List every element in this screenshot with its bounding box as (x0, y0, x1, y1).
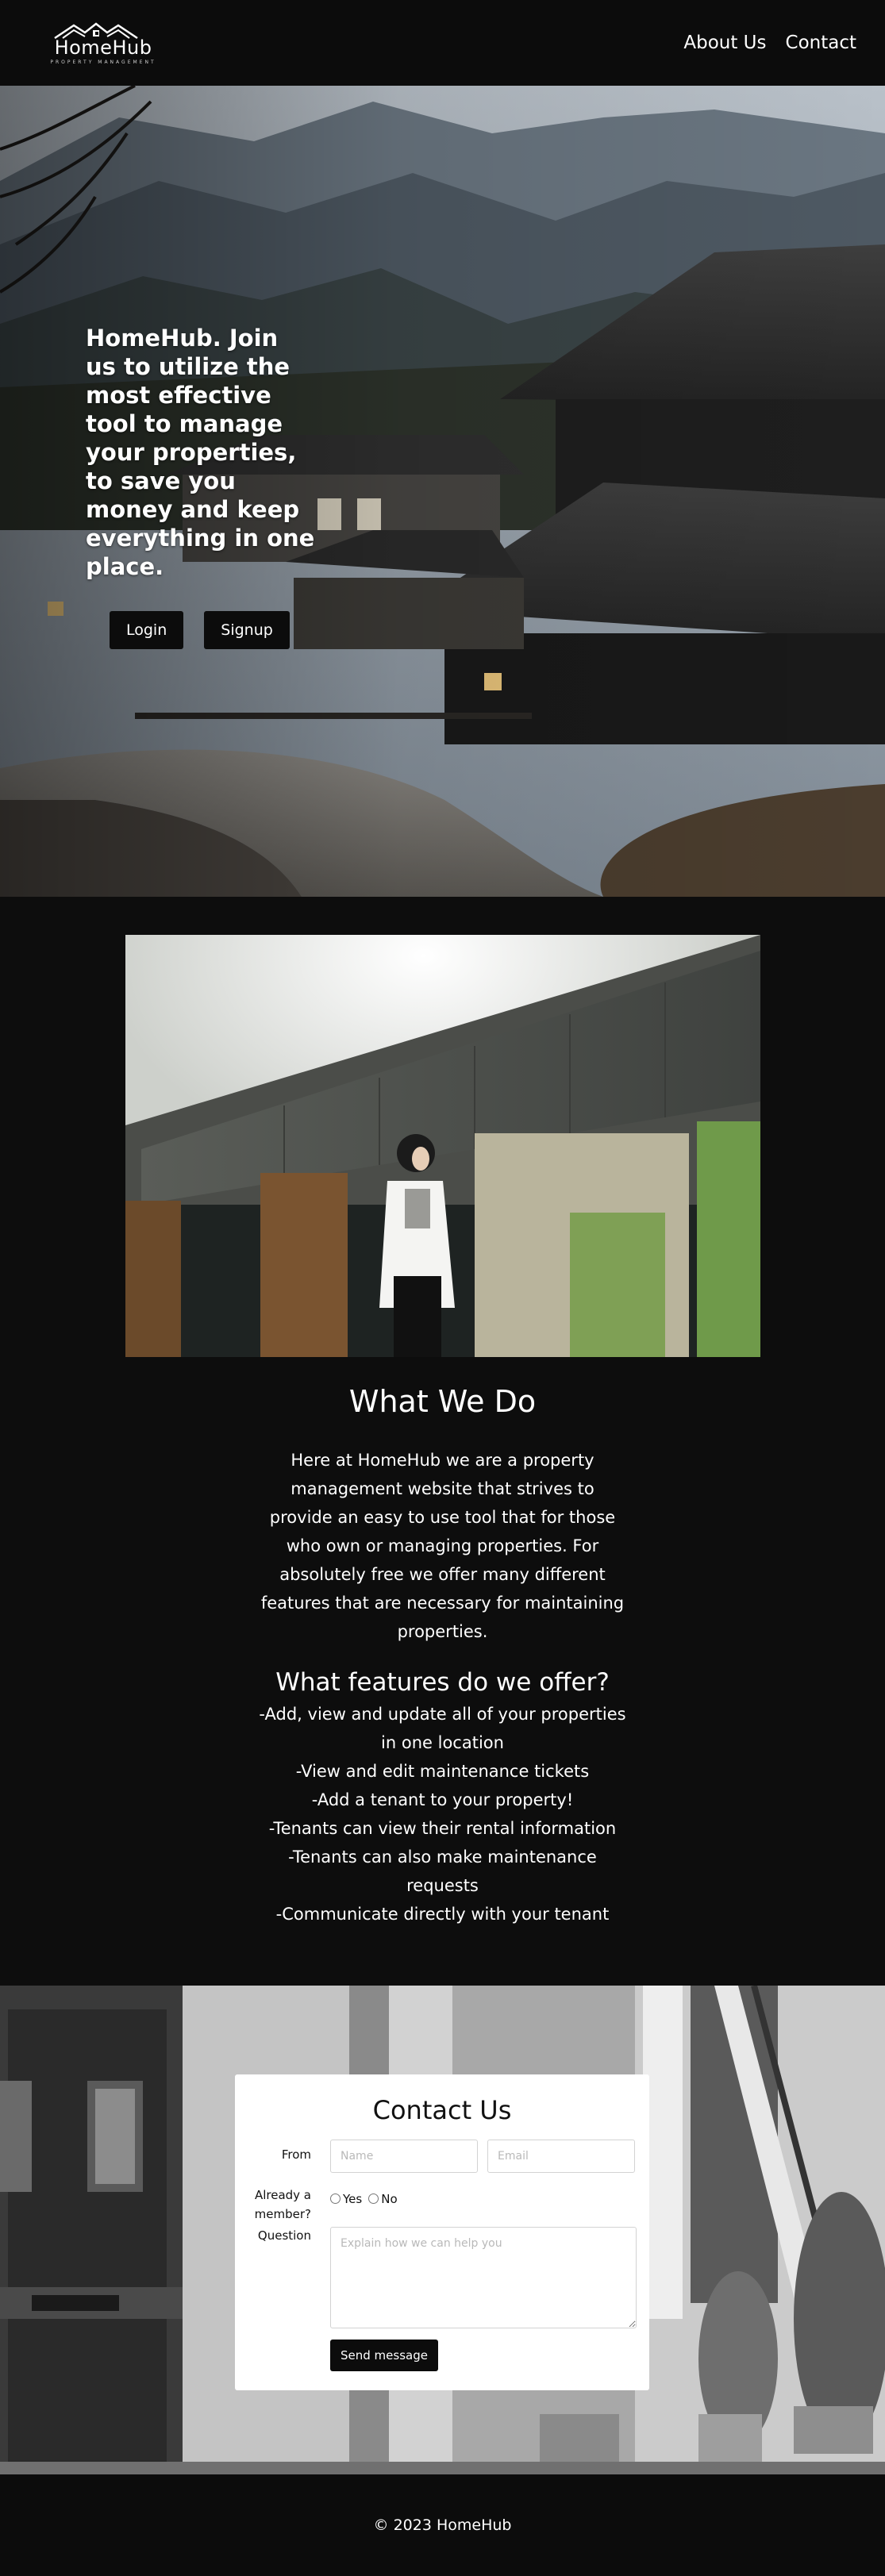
nav-links: About Us Contact (683, 33, 856, 53)
no-label: No (381, 2192, 398, 2206)
email-field[interactable] (487, 2140, 635, 2173)
question-textarea[interactable] (330, 2227, 637, 2328)
nav-link-about-us[interactable]: About Us (683, 33, 766, 53)
contact-heading: Contact Us (372, 2095, 512, 2125)
nav-link-contact[interactable]: Contact (786, 33, 856, 53)
logo-tagline: PROPERTY MANAGEMENT (50, 60, 156, 65)
footer-copyright: © 2023 HomeHub (373, 2516, 512, 2534)
modern-house-woman-image (125, 935, 760, 1357)
member-radio-group: Yes No (330, 2192, 398, 2206)
signup-button[interactable]: Signup (204, 611, 290, 649)
navbar: HomeHub PROPERTY MANAGEMENT About Us Con… (0, 0, 885, 86)
member-label: Already a member? (254, 2188, 311, 2221)
hero-content: HomeHub. Join us to utilize the most eff… (86, 324, 316, 649)
logo-name: HomeHub (54, 37, 152, 59)
about-house-photo (125, 935, 760, 1357)
features-list: -Add, view and update all of your proper… (256, 1700, 629, 1928)
feature-item: -Tenants can also make maintenance reque… (288, 1847, 597, 1895)
yes-label: Yes (343, 2192, 363, 2206)
from-label: From (281, 2147, 311, 2162)
feature-item: -Add a tenant to your property! (311, 1790, 574, 1809)
hero-title: HomeHub. Join us to utilize the most eff… (86, 325, 315, 580)
contact-card: Contact Us From Already a member? Yes No… (235, 2074, 649, 2390)
about-body: Here at HomeHub we are a property manage… (260, 1451, 625, 1641)
hero-section: HomeHub. Join us to utilize the most eff… (0, 86, 885, 897)
radio-circle-icon (368, 2193, 379, 2204)
footer: © 2023 HomeHub (0, 2474, 885, 2576)
feature-item: -Tenants can view their rental informati… (268, 1819, 617, 1838)
features: What features do we offer? -Add, view an… (0, 1668, 885, 1928)
about-heading: What We Do (348, 1384, 537, 1419)
name-field[interactable] (330, 2140, 478, 2173)
logo[interactable]: HomeHub PROPERTY MANAGEMENT (40, 21, 167, 65)
login-button[interactable]: Login (110, 611, 184, 649)
no-radio[interactable]: No (368, 2192, 398, 2206)
contact-section: Contact Us From Already a member? Yes No… (0, 1986, 885, 2474)
features-heading: What features do we offer? (275, 1668, 610, 1697)
feature-item: -Add, view and update all of your proper… (259, 1705, 626, 1752)
hero-buttons: Login Signup (110, 611, 316, 649)
feature-item: -View and edit maintenance tickets (295, 1762, 590, 1781)
question-label: Question (257, 2228, 311, 2243)
radio-circle-icon (330, 2193, 341, 2204)
about-section: What We Do Here at HomeHub we are a prop… (0, 1373, 885, 1928)
feature-item: -Communicate directly with your tenant (275, 1905, 610, 1924)
send-message-button[interactable]: Send message (330, 2340, 438, 2371)
yes-radio[interactable]: Yes (330, 2192, 362, 2206)
